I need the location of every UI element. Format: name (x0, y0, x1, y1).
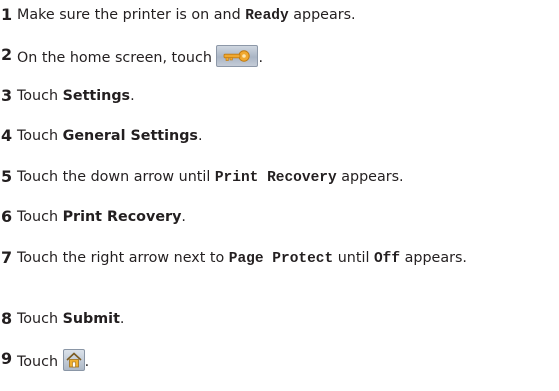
step-number: 3 (1, 86, 13, 105)
settings-label: Settings (62, 88, 131, 104)
step-text: Touch the down arrow until Print Recover… (17, 169, 404, 186)
step-text: Make sure the printer is on and Ready ap… (17, 7, 356, 24)
step-number: 4 (1, 126, 13, 145)
step-text: Touch Print Recovery. (17, 209, 186, 225)
step-text: Touch General Settings. (17, 128, 203, 144)
step-number: 5 (1, 167, 13, 186)
step-text: Touch Settings. (17, 88, 135, 104)
display-message-code: Off (373, 251, 401, 267)
step-number: 9 (1, 349, 13, 368)
step-text: Touch the right arrow next to Page Prote… (17, 250, 467, 267)
step-number: 1 (1, 5, 13, 24)
submit-label: Submit (62, 311, 120, 327)
step-number: 2 (1, 45, 13, 64)
display-message-code: Ready (245, 8, 289, 24)
step-number: 7 (1, 248, 13, 267)
step-number: 8 (1, 309, 13, 328)
display-message-code: Page Protect (228, 251, 334, 267)
display-message-code: Print Recovery (214, 170, 337, 186)
step-text: Touch . (17, 349, 557, 373)
step-text: On the home screen, touch . (17, 45, 557, 69)
general-settings-label: General Settings (62, 128, 198, 144)
menu-key-icon[interactable] (216, 45, 259, 67)
print-recovery-label: Print Recovery (62, 209, 182, 225)
step-number: 6 (1, 207, 13, 226)
home-icon[interactable] (62, 349, 85, 371)
step-text: Touch Submit. (17, 311, 125, 327)
